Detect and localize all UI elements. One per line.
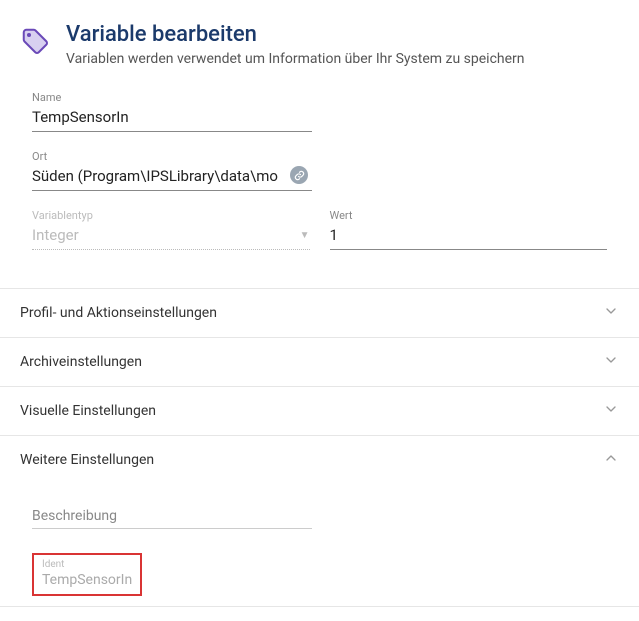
ort-field[interactable]: Ort — [32, 150, 312, 191]
variablentyp-field: Variablentyp Integer ▼ — [32, 209, 310, 250]
accordion-label: Visuelle Einstellungen — [20, 403, 156, 419]
tag-icon — [20, 26, 50, 60]
accordion-profil: Profil- und Aktionseinstellungen — [0, 289, 639, 338]
name-field[interactable]: Name — [32, 91, 312, 132]
ort-link-icon[interactable] — [290, 166, 308, 184]
variablentyp-label: Variablentyp — [32, 209, 310, 222]
chevron-down-icon — [603, 352, 619, 372]
ort-input[interactable] — [32, 165, 312, 191]
accordion-header-weitere[interactable]: Weitere Einstellungen — [0, 436, 639, 484]
name-input[interactable] — [32, 106, 312, 132]
page-header: Variable bearbeiten Variablen werden ver… — [0, 0, 639, 91]
accordion-header-archiv[interactable]: Archiveinstellungen — [0, 338, 639, 386]
dropdown-arrow-icon: ▼ — [300, 230, 310, 241]
accordion-label: Archiveinstellungen — [20, 354, 142, 370]
name-label: Name — [32, 91, 312, 104]
wert-label: Wert — [330, 209, 608, 222]
variablentyp-value: Integer — [32, 226, 79, 244]
accordion-label: Profil- und Aktionseinstellungen — [20, 305, 217, 321]
accordion-label: Weitere Einstellungen — [20, 452, 154, 468]
ident-value: TempSensorIn — [42, 572, 132, 588]
accordion-archiv: Archiveinstellungen — [0, 338, 639, 387]
page-subtitle: Variablen werden verwendet um Informatio… — [66, 51, 525, 67]
accordion: Profil- und Aktionseinstellungen Archive… — [0, 288, 639, 607]
chevron-down-icon — [603, 401, 619, 421]
ident-field-highlighted[interactable]: Ident TempSensorIn — [32, 553, 142, 596]
ident-label: Ident — [42, 559, 132, 570]
chevron-up-icon — [603, 450, 619, 470]
accordion-body-weitere: Beschreibung Ident TempSensorIn — [0, 484, 639, 606]
accordion-header-profil[interactable]: Profil- und Aktionseinstellungen — [0, 289, 639, 337]
accordion-weitere: Weitere Einstellungen Beschreibung Ident… — [0, 436, 639, 607]
wert-input[interactable] — [330, 224, 608, 250]
wert-field[interactable]: Wert — [330, 209, 608, 250]
page-title: Variable bearbeiten — [66, 22, 525, 47]
accordion-header-visuell[interactable]: Visuelle Einstellungen — [0, 387, 639, 435]
ort-label: Ort — [32, 150, 312, 163]
beschreibung-field[interactable]: Beschreibung — [32, 508, 312, 529]
accordion-visuell: Visuelle Einstellungen — [0, 387, 639, 436]
form-area: Name Ort Variablentyp Integer ▼ Wert — [0, 91, 639, 288]
chevron-down-icon — [603, 303, 619, 323]
